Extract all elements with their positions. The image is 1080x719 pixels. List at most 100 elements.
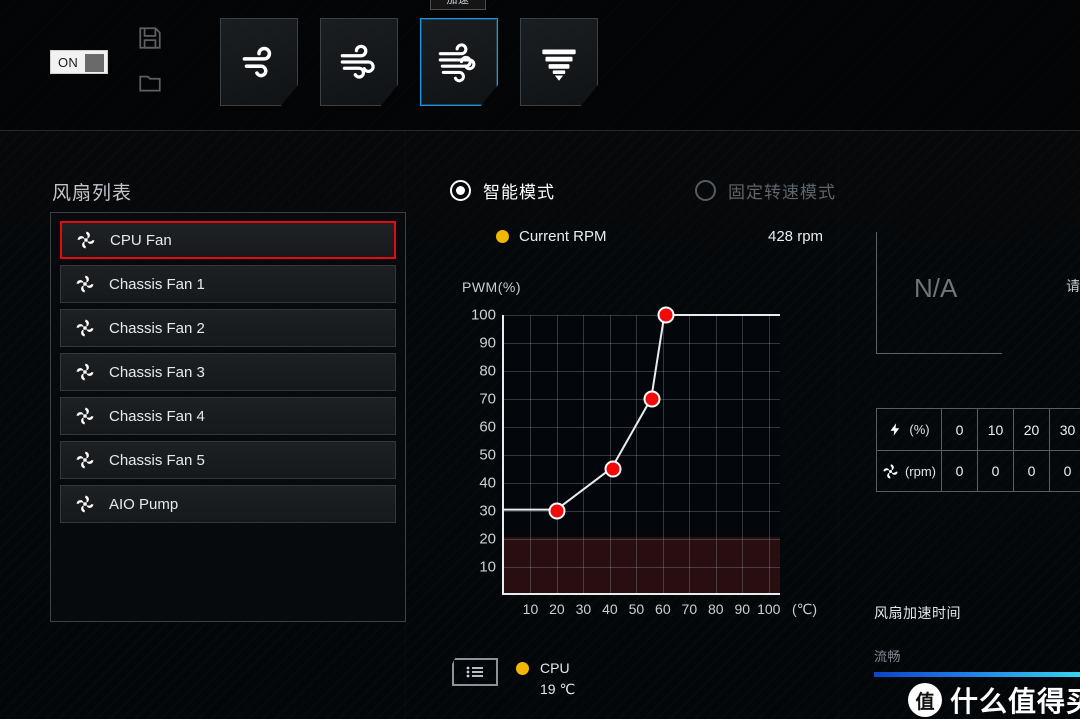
chart-x-tick-label: 20 [549, 601, 565, 617]
chart-control-point-0[interactable] [548, 502, 566, 520]
wind-medium-icon [340, 44, 375, 79]
rpm-indicator-dot [496, 230, 509, 243]
chart-y-tick-label: 70 [479, 390, 496, 408]
chart-y-tick-label: 40 [479, 474, 496, 492]
radio-unselected-icon [695, 180, 716, 201]
fan-accel-time-value: 流畅 [874, 649, 902, 664]
wind-strong-icon [438, 43, 476, 83]
folder-open-icon [139, 75, 161, 92]
chart-x-axis-unit: (℃) [792, 601, 818, 617]
chart-x-tick-label: 40 [602, 601, 618, 617]
fan-icon [76, 363, 94, 381]
lightning-icon [890, 423, 900, 436]
mode-radio-fixed[interactable]: 固定转速模式 [695, 178, 836, 203]
sensor-readout: CPU 19 ℃ [540, 658, 575, 700]
chart-control-point-3[interactable] [657, 306, 674, 324]
fan-list-item-label: AIO Pump [109, 495, 179, 513]
list-icon [466, 666, 483, 678]
chart-x-tick-label: 30 [575, 601, 592, 617]
fan-list-item-chassis-fan-1[interactable]: Chassis Fan 1 [60, 265, 396, 303]
tornado-icon [542, 49, 576, 81]
sensor-list-button[interactable] [452, 658, 498, 686]
mode-selector: 智能模式 固定转速模式 [450, 178, 836, 203]
fan-icon [76, 495, 94, 513]
chart-y-tick-label: 100 [470, 306, 496, 324]
watermark: 值 什么值得买 [908, 680, 1080, 719]
table-row-header-pwm: (%) [877, 409, 941, 450]
fan-list-item-chassis-fan-4[interactable]: Chassis Fan 4 [60, 397, 396, 435]
fan-list-item-chassis-fan-5[interactable]: Chassis Fan 5 [60, 441, 396, 479]
table-unit-rpm: (rpm) [904, 463, 937, 479]
chart-plot-area[interactable]: 10 20 30 40 50 60 70 80 90 100 10 20 30 40 50 60 70 80 90… [471, 306, 817, 617]
watermark-text: 什么值得买 [950, 686, 1080, 717]
chart-y-tick-label: 80 [479, 362, 496, 380]
chart-y-tick-label: 90 [479, 334, 496, 352]
chart-control-point-2[interactable] [643, 390, 661, 408]
mode-radio-smart-label: 智能模式 [483, 183, 555, 202]
current-rpm-row: Current RPM 428 rpm [496, 228, 823, 245]
fan-list-item-label: Chassis Fan 2 [109, 319, 205, 337]
profile-button-silent[interactable] [220, 18, 298, 106]
fan-icon [76, 275, 94, 293]
table-cell[interactable]: 10 [977, 409, 1013, 450]
source-sensor-box[interactable]: CPU 19 ℃ [452, 658, 575, 700]
chart-y-tick-label: 20 [479, 530, 496, 548]
fan-list-item-label: Chassis Fan 1 [109, 275, 205, 293]
power-toggle[interactable]: ON [50, 50, 108, 74]
fan-icon [76, 407, 94, 425]
power-toggle-knob[interactable] [85, 54, 104, 72]
fan-curve-chart[interactable]: PWM(%) 10 20 30 40 50 60 70 80 90 100 10 20 30 40 50 6… [440, 275, 840, 625]
fan-accel-time-slider[interactable] [874, 672, 1080, 677]
chart-curve-line [504, 315, 780, 593]
current-rpm-label: Current RPM [519, 228, 607, 245]
chart-x-tick-label: 100 [757, 601, 781, 617]
profile-button-turbo[interactable] [420, 18, 498, 106]
chart-control-point-1[interactable] [604, 460, 622, 478]
clipped-right-text: 请 [1066, 278, 1080, 294]
fan-icon [77, 231, 95, 249]
fan-icon [883, 463, 898, 479]
save-profile-button[interactable] [131, 19, 169, 57]
fan-icon [76, 319, 94, 337]
fan-list-item-chassis-fan-3[interactable]: Chassis Fan 3 [60, 353, 396, 391]
chart-x-tick-label: 90 [734, 601, 751, 617]
fan-list-item-chassis-fan-2[interactable]: Chassis Fan 2 [60, 309, 396, 347]
power-toggle-label: ON [58, 54, 79, 70]
floppy-disk-icon [139, 27, 161, 49]
load-profile-button[interactable] [131, 63, 169, 101]
fan-list-item-cpu-fan[interactable]: CPU Fan [60, 221, 396, 259]
toolbar-divider [0, 130, 1080, 131]
fan-list-item-label: Chassis Fan 3 [109, 363, 205, 381]
wind-light-icon [242, 46, 272, 78]
table-cell: 0 [977, 451, 1013, 491]
chart-y-axis-title: PWM(%) [462, 279, 521, 295]
fan-list-item-label: Chassis Fan 4 [109, 407, 205, 425]
table-row-header-rpm: (rpm) [877, 451, 941, 491]
profile-button-full[interactable] [520, 18, 598, 106]
fan-list-panel: CPU Fan Chassis Fan 1 Chassis Fan 2 Chas… [50, 212, 406, 622]
chart-x-tick-label: 80 [708, 601, 724, 617]
chart-x-tick-label: 60 [655, 601, 671, 617]
chart-y-tick-label: 30 [479, 502, 496, 520]
chart-y-tick-label: 50 [479, 446, 496, 464]
watermark-mark: 值 [908, 683, 942, 717]
radio-selected-icon [450, 180, 471, 201]
chart-x-tick-label: 10 [522, 601, 539, 617]
chart-y-tick-label: 10 [479, 558, 496, 576]
fan-list-item-aio-pump[interactable]: AIO Pump [60, 485, 396, 523]
mode-radio-smart[interactable]: 智能模式 [450, 178, 555, 203]
table-cell[interactable]: 30 [1049, 409, 1080, 450]
profile-button-standard[interactable] [320, 18, 398, 106]
tooltip-badge: 加速 [430, 0, 486, 10]
sensor-indicator-dot [516, 662, 529, 675]
fan-accel-time-label: 风扇加速时间 [874, 605, 961, 621]
table-cell[interactable]: 0 [941, 409, 977, 450]
table-cell[interactable]: 20 [1013, 409, 1049, 450]
fan-list-item-label: CPU Fan [110, 231, 172, 249]
table-row-rpm: (rpm) 0 0 0 0 [877, 450, 1080, 491]
fan-list-title: 风扇列表 [52, 183, 133, 204]
sensor-temperature: 19 ℃ [540, 681, 576, 697]
current-rpm-value: 428 rpm [768, 228, 824, 245]
mode-radio-fixed-label: 固定转速模式 [728, 183, 836, 202]
chart-x-tick-label: 50 [628, 601, 645, 617]
